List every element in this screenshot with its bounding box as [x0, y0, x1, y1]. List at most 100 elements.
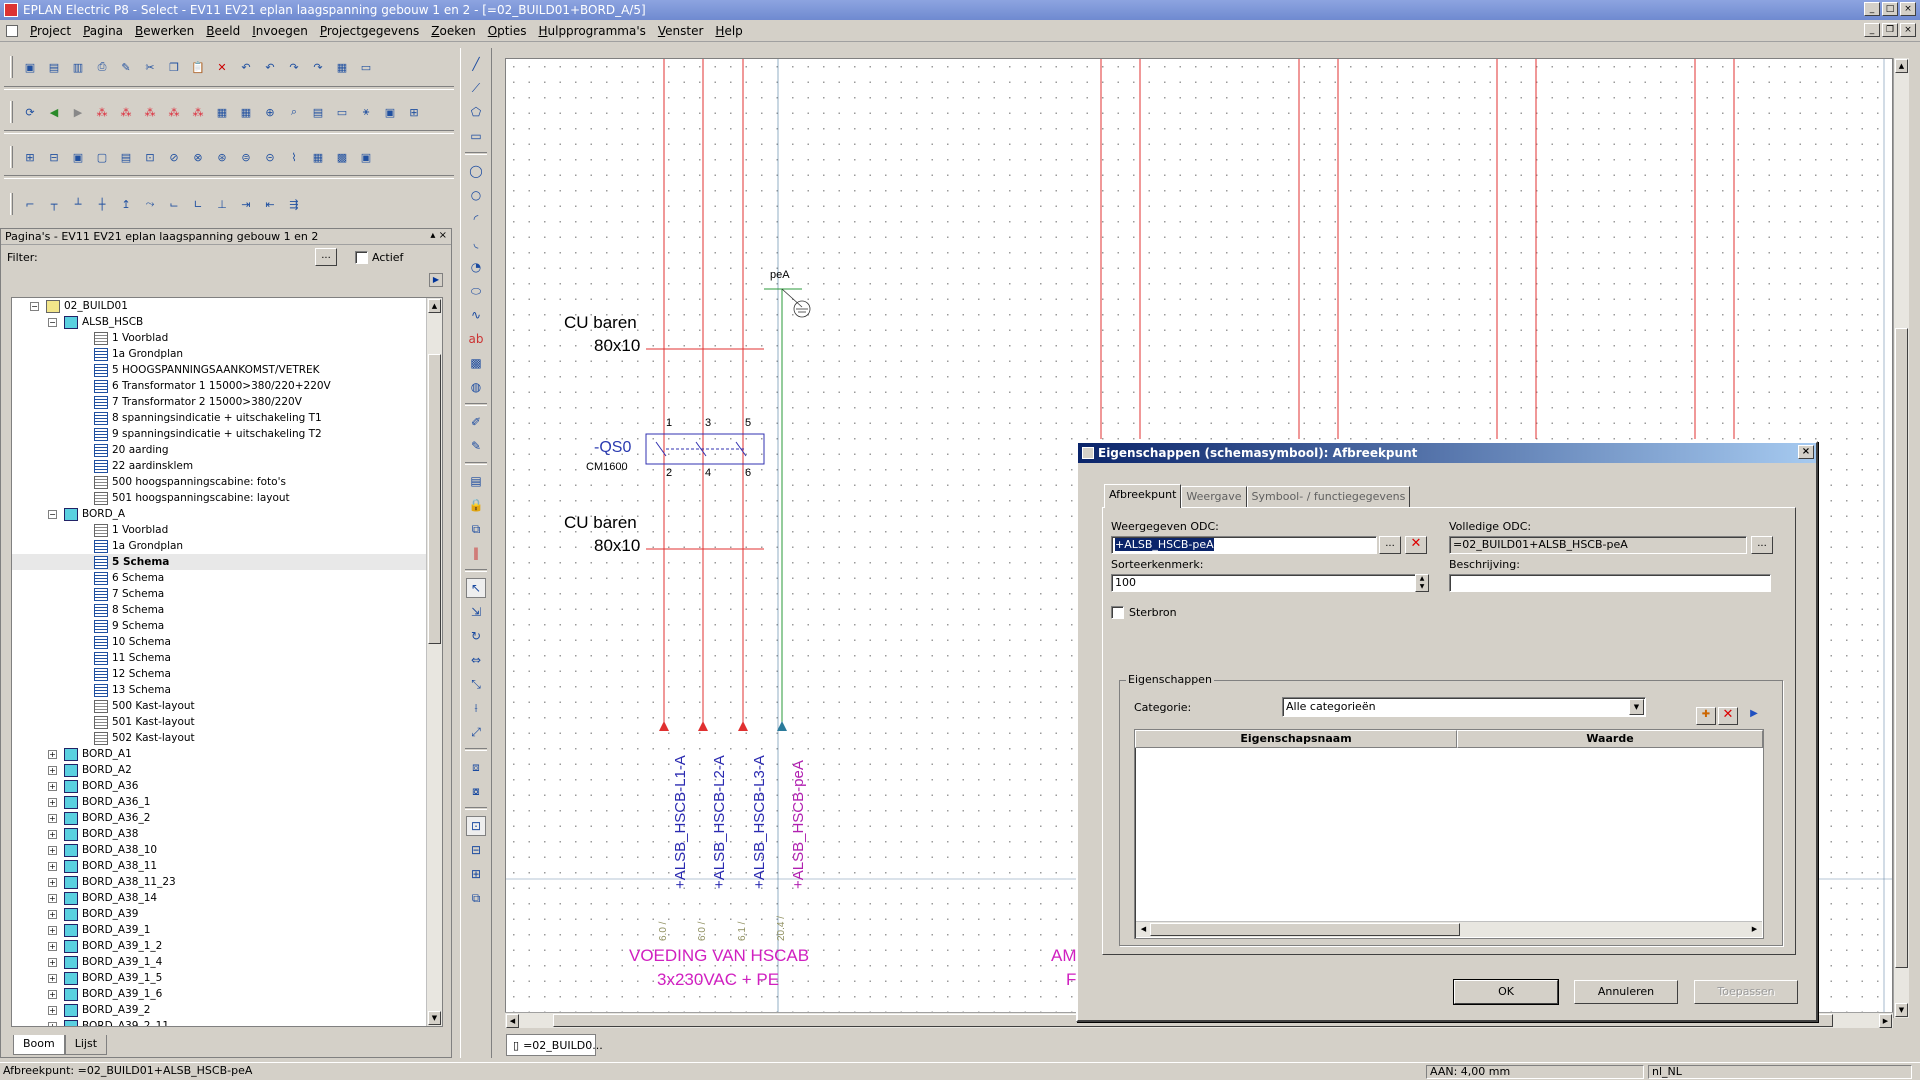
cancel-button[interactable]: Annuleren: [1574, 980, 1678, 1004]
polygon-icon[interactable]: ⬠: [466, 102, 486, 122]
line-icon[interactable]: ╱: [466, 54, 486, 74]
expand-icon[interactable]: +: [48, 765, 57, 775]
angle-icon[interactable]: ∟: [189, 195, 207, 213]
connection-def-icon[interactable]: ⇥: [237, 195, 255, 213]
expand-icon[interactable]: +: [48, 957, 57, 967]
tab-symbool-functiegegevens[interactable]: Symbool- / functiegegevens: [1246, 486, 1411, 508]
expand-icon[interactable]: +: [48, 941, 57, 951]
full-odc-browse-button[interactable]: ...: [1751, 536, 1773, 554]
tab-boom[interactable]: Boom: [13, 1035, 65, 1055]
select-icon[interactable]: ↖: [466, 578, 486, 598]
forward-icon[interactable]: ▶: [69, 103, 87, 121]
expand-icon[interactable]: +: [48, 989, 57, 999]
collapse-icon[interactable]: −: [48, 509, 57, 519]
displayed-odc-clear-icon[interactable]: ✕: [1405, 536, 1427, 554]
arc-icon[interactable]: ◜: [466, 209, 486, 229]
tab-weergave[interactable]: Weergave: [1181, 486, 1247, 508]
tree-item[interactable]: + BORD_A39_1_5: [12, 970, 442, 986]
expand-icon[interactable]: +: [48, 877, 57, 887]
tree-item[interactable]: 6 Schema: [12, 570, 442, 586]
tree-item[interactable]: 500 Kast-layout: [12, 698, 442, 714]
ungroup-icon[interactable]: ⧇: [466, 781, 486, 801]
expand-icon[interactable]: +: [48, 829, 57, 839]
tree-item[interactable]: 9 spanningsindicatie + uitschakeling T2: [12, 426, 442, 442]
properties-icon[interactable]: ✎: [117, 58, 135, 76]
tree-item[interactable]: 10 Schema: [12, 634, 442, 650]
globe-icon[interactable]: ◍: [466, 377, 486, 397]
tree-item[interactable]: 9 Schema: [12, 618, 442, 634]
paste-icon[interactable]: 📋: [189, 58, 207, 76]
new-project-icon[interactable]: ▣: [21, 58, 39, 76]
table-icon[interactable]: ▤: [466, 471, 486, 491]
expand-icon[interactable]: +: [48, 845, 57, 855]
screen-icon[interactable]: ▭: [357, 58, 375, 76]
apply-button[interactable]: Toepassen: [1694, 980, 1798, 1004]
tree-item[interactable]: 5 HOOGSPANNINGSAANKOMST/VETREK: [12, 362, 442, 378]
delete-icon[interactable]: ✕: [213, 58, 231, 76]
tree-item[interactable]: + BORD_A39_1_6: [12, 986, 442, 1002]
undo-list-icon[interactable]: ↶: [261, 58, 279, 76]
jump-icon[interactable]: ⤳: [141, 195, 159, 213]
tree-item[interactable]: 11 Schema: [12, 650, 442, 666]
arc-3p-icon[interactable]: ◟: [466, 233, 486, 253]
expand-icon[interactable]: +: [48, 781, 57, 791]
ok-button[interactable]: OK: [1454, 980, 1558, 1004]
canvas-scroll-right-icon[interactable]: ▶: [1879, 1014, 1892, 1028]
order-icon[interactable]: ⧉: [466, 888, 486, 908]
tree-item[interactable]: + BORD_A38: [12, 826, 442, 842]
cable-icon[interactable]: ⊘: [165, 148, 183, 166]
tree-item[interactable]: + BORD_A2: [12, 762, 442, 778]
edit-icon[interactable]: ✎: [466, 436, 486, 456]
expand-icon[interactable]: +: [48, 861, 57, 871]
plug-icon[interactable]: ⊛: [213, 148, 231, 166]
close-project-icon[interactable]: ▥: [69, 58, 87, 76]
menu-opties[interactable]: Opties: [482, 24, 533, 38]
menu-beeld[interactable]: Beeld: [200, 24, 246, 38]
expand-icon[interactable]: +: [48, 1021, 57, 1026]
dimension-icon[interactable]: ✐: [466, 412, 486, 432]
menu-pagina[interactable]: Pagina: [77, 24, 129, 38]
tree-item[interactable]: 20 aarding: [12, 442, 442, 458]
expand-icon[interactable]: +: [48, 797, 57, 807]
ellipse-icon[interactable]: ⬭: [466, 281, 486, 301]
splice-icon[interactable]: ⊥: [213, 195, 231, 213]
macro-icon[interactable]: ▩: [333, 148, 351, 166]
scroll-down-icon[interactable]: ▼: [428, 1011, 441, 1025]
menu-zoeken[interactable]: Zoeken: [425, 24, 481, 38]
dialog-close-button[interactable]: ×: [1798, 445, 1814, 459]
tree-item[interactable]: + BORD_A36_1: [12, 794, 442, 810]
tree-item[interactable]: − BORD_A: [12, 506, 442, 522]
potential-icon[interactable]: ⊜: [237, 148, 255, 166]
tree-item[interactable]: + BORD_A38_11: [12, 858, 442, 874]
contact-image-icon[interactable]: ▦: [309, 148, 327, 166]
category-select[interactable]: Alle categorieën ▼: [1282, 697, 1646, 717]
menu-bewerken[interactable]: Bewerken: [129, 24, 200, 38]
sterbron-checkbox[interactable]: [1111, 606, 1124, 619]
menu-hulpprogrammas[interactable]: Hulpprogramma's: [532, 24, 651, 38]
minimize-button[interactable]: _: [1864, 2, 1880, 16]
tree-item[interactable]: + BORD_A38_14: [12, 890, 442, 906]
tree-item[interactable]: 7 Transformator 2 15000>380/220V: [12, 394, 442, 410]
expand-icon[interactable]: +: [48, 925, 57, 935]
lock-icon[interactable]: 🔒: [466, 495, 486, 515]
stretch-icon[interactable]: ⤡: [466, 674, 486, 694]
tree-scrollbar[interactable]: ▲ ▼: [426, 298, 442, 1026]
zoom-window-icon[interactable]: ⌕: [285, 103, 303, 121]
tree-item[interactable]: 22 aardinsklem: [12, 458, 442, 474]
displayed-odc-browse-button[interactable]: ...: [1379, 536, 1401, 554]
image-icon[interactable]: ▩: [466, 353, 486, 373]
mdi-minimize-button[interactable]: _: [1864, 23, 1880, 37]
open-project-icon[interactable]: ▤: [45, 58, 63, 76]
undo-icon[interactable]: ↶: [237, 58, 255, 76]
collapse-icon[interactable]: −: [30, 301, 39, 311]
tree-item[interactable]: 7 Schema: [12, 586, 442, 602]
spline-icon[interactable]: ∿: [466, 305, 486, 325]
canvas-vertical-scrollbar[interactable]: ▲ ▼: [1893, 58, 1909, 1018]
interruption-icon[interactable]: ⊝: [261, 148, 279, 166]
rotate-icon[interactable]: ↻: [466, 626, 486, 646]
tree-item[interactable]: 5 Schema: [12, 554, 442, 570]
line-break-icon[interactable]: ⌙: [165, 195, 183, 213]
canvas-scroll-down-icon[interactable]: ▼: [1895, 1003, 1908, 1017]
layer-icon[interactable]: ⧉: [466, 519, 486, 539]
menu-help[interactable]: Help: [709, 24, 748, 38]
